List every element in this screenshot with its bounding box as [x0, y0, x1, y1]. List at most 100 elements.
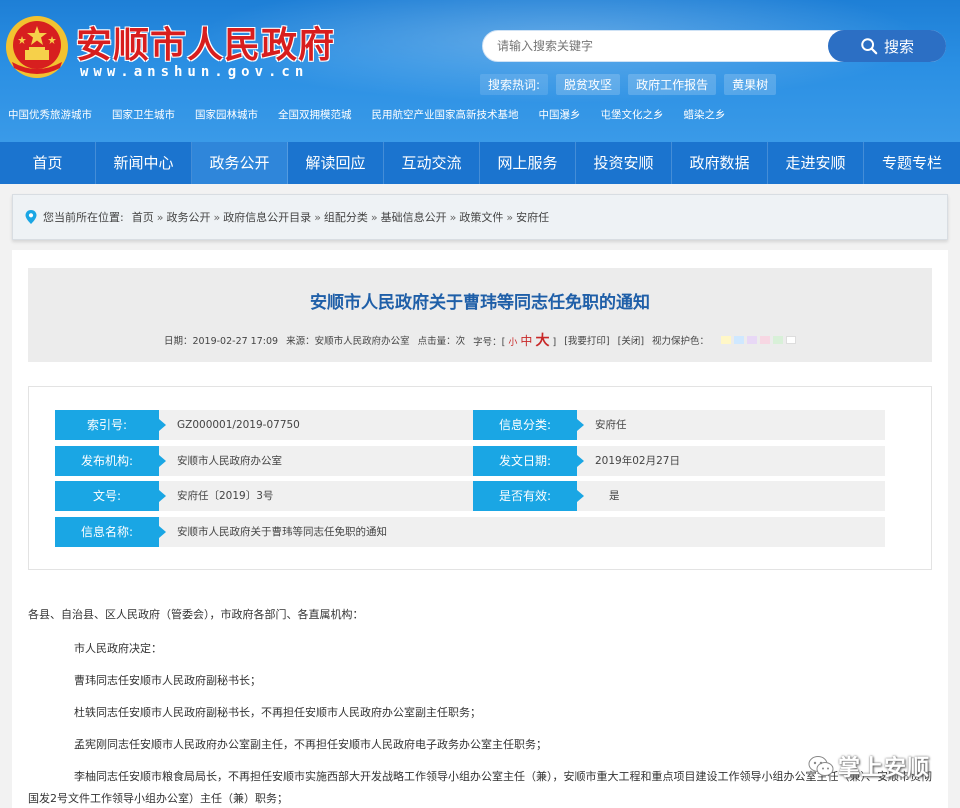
body-paragraph: 李柚同志任安顺市粮食局局长，不再担任安顺市实施西部大开发战略工作领导小组办公室主…	[74, 770, 932, 783]
info-row-index: 索引号: GZ000001/2019-07750	[55, 410, 473, 440]
national-emblem-icon	[6, 16, 68, 78]
watermark: 掌上安顺	[808, 750, 930, 782]
city-honor: 中国优秀旅游城市	[8, 109, 92, 121]
nav-item-online-service[interactable]: 网上服务	[480, 142, 576, 184]
font-mid-button[interactable]: 中	[520, 334, 532, 348]
body-paragraph: 曹玮同志任安顺市人民政府副秘书长；	[74, 674, 261, 687]
color-swatch[interactable]	[786, 336, 797, 344]
title-panel: 安顺市人民政府关于曹玮等同志任免职的通知 日期：2019-02-27 17:09…	[28, 268, 932, 362]
body-paragraph: 杜轶同志任安顺市人民政府副秘书长，不再担任安顺市人民政府办公室副主任职务；	[74, 706, 481, 719]
eye-protect-swatches	[721, 336, 797, 344]
font-big-button[interactable]: 大	[535, 333, 549, 349]
color-swatch[interactable]	[760, 336, 771, 344]
info-row-doc-number: 文号: 安府任〔2019〕3号	[55, 481, 473, 511]
font-small-button[interactable]: 小	[508, 338, 517, 348]
breadcrumb-prefix: 您当前所在位置:	[43, 211, 124, 224]
hot-keyword[interactable]: 黄果树	[724, 74, 777, 95]
breadcrumb-link[interactable]: 政务公开	[166, 209, 210, 225]
site-title[interactable]: 安顺市人民政府	[76, 16, 335, 68]
info-label: 索引号:	[55, 410, 166, 440]
breadcrumb-link[interactable]: 政策文件	[459, 209, 503, 225]
content-panel: 安顺市人民政府关于曹玮等同志任免职的通知 日期：2019-02-27 17:09…	[12, 250, 948, 808]
font-size-control: 字号：[ 小 中 大 ]	[473, 330, 556, 350]
body-paragraph: 国发2号文件工作领导小组办公室）主任（兼）职务；	[28, 792, 288, 805]
city-honor: 蜡染之乡	[683, 109, 726, 121]
city-honor: 民用航空产业国家高新技术基地	[371, 109, 519, 121]
breadcrumb: 您当前所在位置: 首页 » 政务公开 » 政府信息公开目录 » 组配分类 » 基…	[12, 194, 948, 240]
site-header: 安顺市人民政府 www.anshun.gov.cn 搜索 搜索热词: 脱贫攻坚 …	[0, 0, 960, 142]
city-honor: 国家卫生城市	[112, 109, 175, 121]
color-swatch[interactable]	[773, 336, 784, 344]
search-button-label: 搜索	[883, 37, 914, 56]
meta-source: 来源：安顺市人民政府办公室	[286, 336, 410, 347]
info-label: 发文日期:	[473, 446, 584, 476]
main-nav: 首页 新闻中心 政务公开 解读回应 互动交流 网上服务 投资安顺 政府数据 走进…	[0, 142, 960, 184]
breadcrumb-separator: »	[370, 210, 378, 224]
city-honor: 全国双拥模范城	[278, 109, 352, 121]
info-value: GZ000001/2019-07750	[159, 410, 473, 440]
info-label: 信息分类:	[473, 410, 584, 440]
site-url: www.anshun.gov.cn	[80, 64, 309, 80]
wechat-icon	[808, 756, 834, 776]
city-honor: 国家园林城市	[195, 109, 258, 121]
color-swatch[interactable]	[721, 336, 732, 344]
meta-date: 日期：2019-02-27 17:09	[163, 336, 279, 347]
nav-item-invest[interactable]: 投资安顺	[576, 142, 672, 184]
breadcrumb-link[interactable]: 政府信息公开目录	[223, 209, 311, 225]
search-icon	[861, 38, 878, 55]
close-link[interactable]: [关闭]	[618, 333, 644, 347]
body-paragraph: 各县、自治县、区人民政府（管委会），市政府各部门、各直属机构：	[28, 608, 364, 621]
hot-keyword[interactable]: 脱贫攻坚	[556, 74, 621, 95]
breadcrumb-separator: »	[156, 210, 164, 224]
color-swatch[interactable]	[734, 336, 745, 344]
nav-item-gov-affairs[interactable]: 政务公开	[192, 142, 288, 184]
info-label: 发布机构:	[55, 446, 166, 476]
print-link[interactable]: [我要打印]	[564, 333, 609, 347]
info-row-org: 发布机构: 安顺市人民政府办公室	[55, 446, 473, 476]
hot-keywords-label: 搜索热词:	[480, 74, 549, 95]
info-value: 安府任〔2019〕3号	[159, 481, 473, 511]
eye-protect-label: 视力保护色：	[652, 336, 710, 347]
info-row-validity: 是否有效: 是	[473, 481, 885, 511]
hot-keywords: 搜索热词: 脱贫攻坚 政府工作报告 黄果树	[480, 74, 777, 95]
city-honor: 屯堡文化之乡	[600, 109, 664, 121]
info-value: 安府任	[577, 410, 885, 440]
info-value: 安顺市人民政府关于曹玮等同志任免职的通知	[159, 517, 885, 547]
nav-item-topics[interactable]: 专题专栏	[864, 142, 960, 184]
search-input[interactable]	[497, 31, 827, 61]
breadcrumb-link[interactable]: 组配分类	[324, 209, 368, 225]
info-row-category: 信息分类: 安府任	[473, 410, 885, 440]
info-label: 是否有效:	[473, 481, 584, 511]
body-paragraph: 孟宪刚同志任安顺市人民政府办公室副主任，不再担任安顺市人民政府电子政务办公室主任…	[74, 738, 547, 751]
breadcrumb-separator: »	[213, 210, 221, 224]
info-value: 安顺市人民政府办公室	[159, 446, 473, 476]
font-size-label: 字号：[	[473, 337, 506, 348]
nav-item-home[interactable]: 首页	[0, 142, 96, 184]
hot-keyword[interactable]: 政府工作报告	[628, 74, 717, 95]
nav-item-interpretation[interactable]: 解读回应	[288, 142, 384, 184]
info-value: 是	[577, 481, 885, 511]
info-value: 2019年02月27日	[577, 446, 885, 476]
nav-item-about[interactable]: 走进安顺	[768, 142, 864, 184]
breadcrumb-separator: »	[506, 210, 514, 224]
breadcrumb-link[interactable]: 安府任	[516, 209, 549, 225]
document-meta: 日期：2019-02-27 17:09 来源：安顺市人民政府办公室 点击量：次 …	[28, 330, 932, 350]
search-button[interactable]: 搜索	[828, 30, 946, 62]
location-pin-icon	[25, 210, 37, 224]
nav-item-interaction[interactable]: 互动交流	[384, 142, 480, 184]
color-swatch[interactable]	[747, 336, 758, 344]
city-honor: 中国瀑乡	[538, 109, 581, 121]
search-box: 搜索	[482, 30, 946, 62]
breadcrumb-link[interactable]: 首页	[132, 209, 154, 225]
breadcrumb-separator: »	[449, 210, 457, 224]
watermark-text: 掌上安顺	[838, 756, 931, 781]
nav-item-news[interactable]: 新闻中心	[96, 142, 192, 184]
document-info-table: 索引号: GZ000001/2019-07750 信息分类: 安府任 发布机构:…	[28, 386, 932, 570]
breadcrumb-link[interactable]: 基础信息公开	[381, 209, 447, 225]
info-row-name: 信息名称: 安顺市人民政府关于曹玮等同志任免职的通知	[55, 517, 885, 547]
body-paragraph: 市人民政府决定：	[74, 642, 162, 655]
nav-item-gov-data[interactable]: 政府数据	[672, 142, 768, 184]
breadcrumb-separator: »	[314, 210, 321, 224]
meta-clicks: 点击量：次	[417, 336, 466, 347]
city-honors: 中国优秀旅游城市 国家卫生城市 国家园林城市 全国双拥模范城 民用航空产业国家高…	[0, 107, 960, 122]
